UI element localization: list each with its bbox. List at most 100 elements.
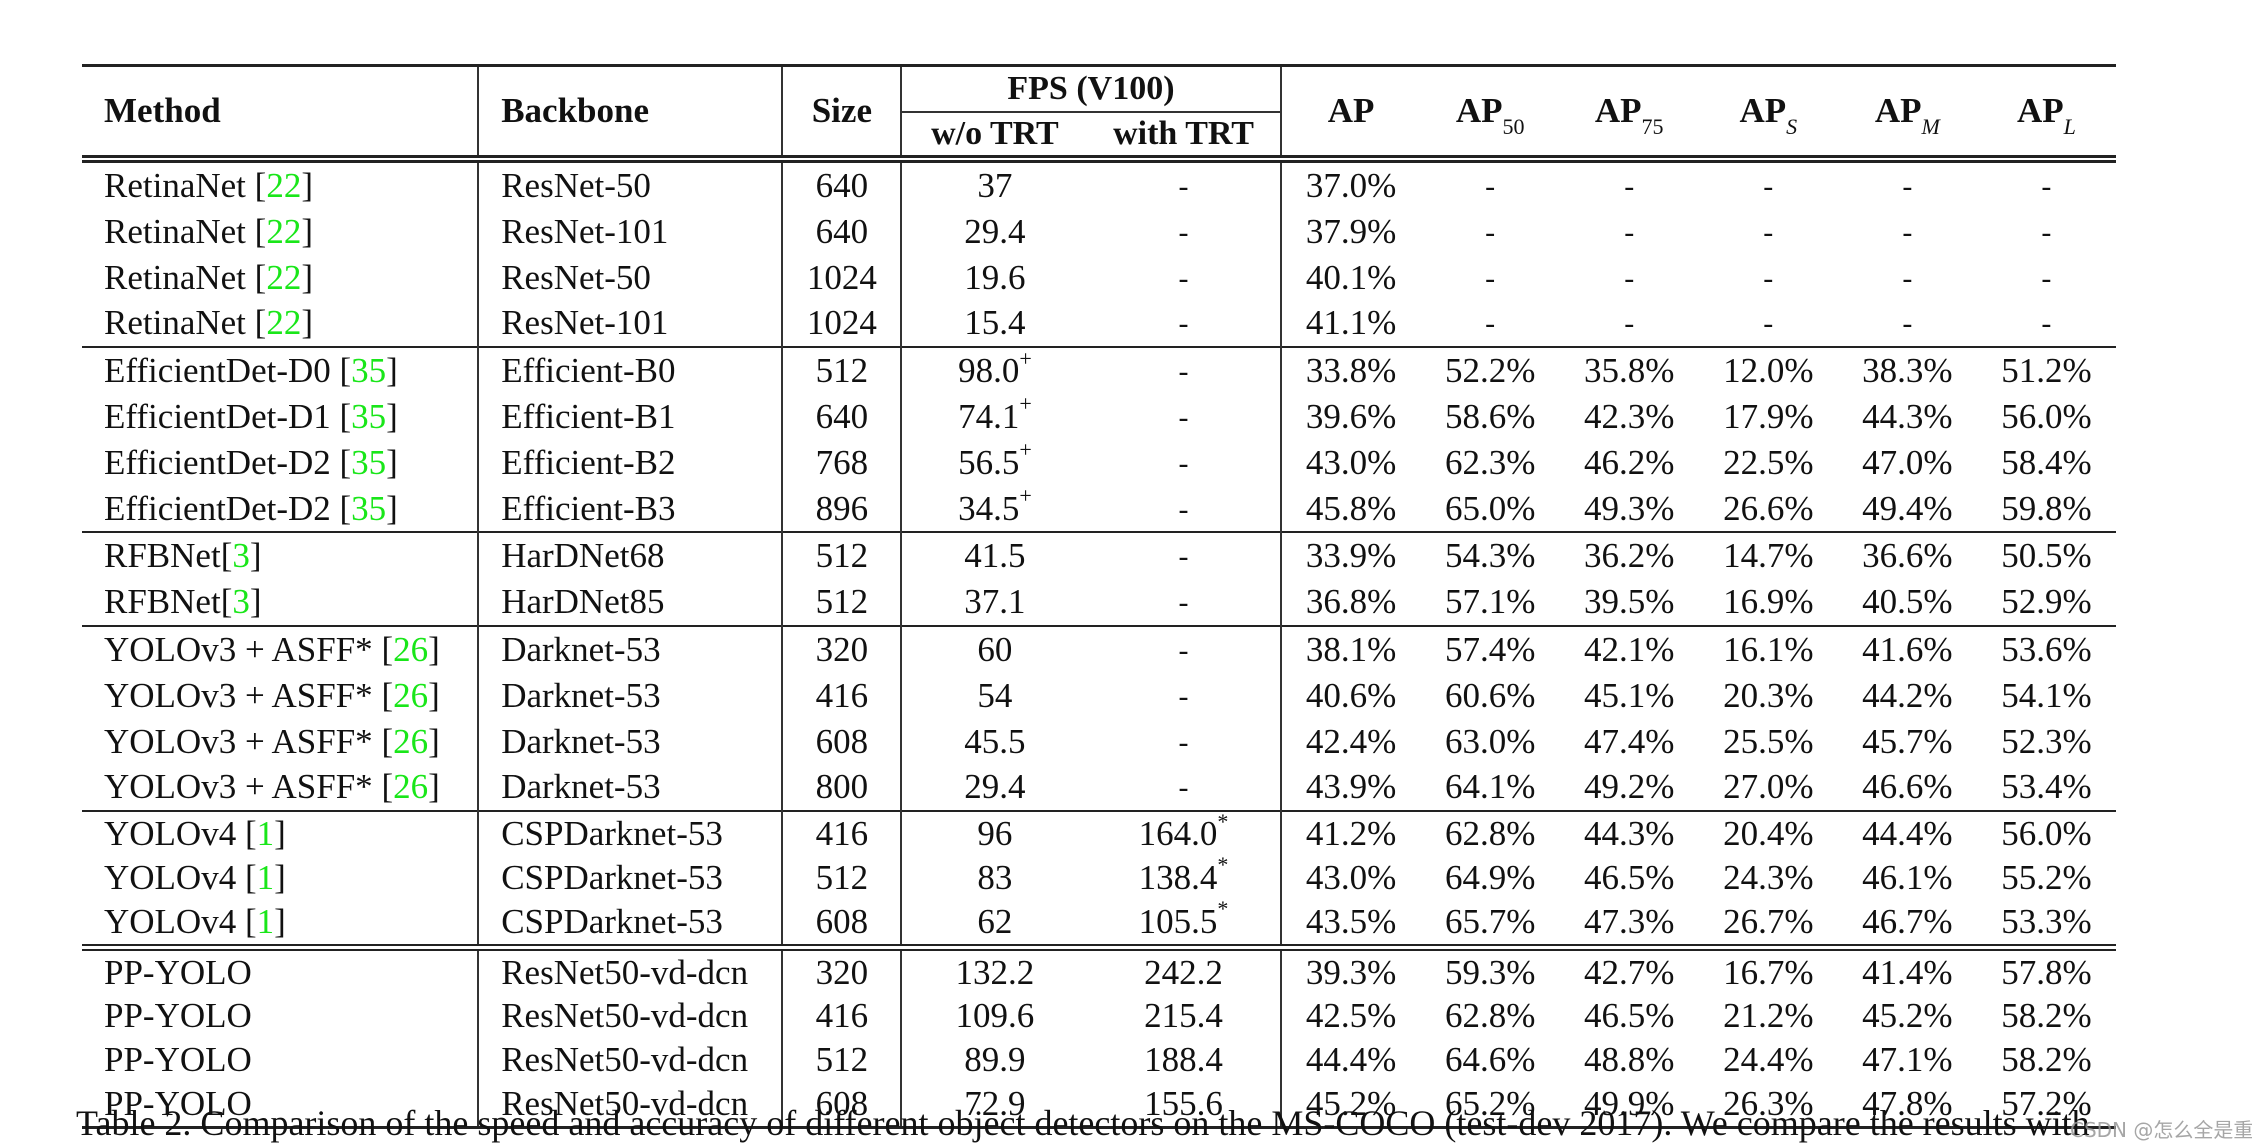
results-table-container: Method Backbone Size FPS (V100) AP AP50 … (82, 64, 2116, 1129)
cell-aps: 16.7% (1698, 943, 1838, 995)
cell-ap50: 60.6% (1444, 675, 1536, 715)
cell-apm: 47.0% (1862, 442, 1953, 482)
cell-ap75: 47.3% (1584, 901, 1675, 941)
cell-apm: 49.4% (1862, 488, 1953, 528)
cell-ap75: 39.5% (1584, 582, 1675, 622)
cell-backbone: ResNet-50 (478, 254, 784, 301)
cell-fps-with-trt: - (1087, 254, 1282, 301)
cell-method: RetinaNet [22] (82, 300, 480, 348)
cell-size: 320 (782, 624, 903, 673)
header-backbone: Backbone (478, 64, 784, 159)
cell-aps: - (1763, 307, 1774, 341)
cell-fps-with-trt: - (1087, 208, 1282, 255)
cell-fps-with-trt: 215.4 (1087, 994, 1282, 1039)
cell-backbone: CSPDarknet-53 (478, 899, 784, 948)
cell-size: 608 (782, 899, 903, 948)
cell-ap: 41.1% (1305, 303, 1397, 343)
cell-ap50: 63.0% (1444, 721, 1536, 761)
citation-link[interactable]: 1 (257, 902, 275, 941)
cell-apl: 51.2% (1976, 346, 2116, 394)
citation-link[interactable]: 3 (232, 536, 250, 575)
cell-ap: 40.6% (1305, 675, 1397, 715)
cell-apl: 58.2% (2001, 1040, 2092, 1080)
header-apl: APL (1976, 64, 2116, 159)
cell-aps: 24.3% (1723, 857, 1814, 897)
cell-fps-with-trt: - (1087, 718, 1282, 765)
cell-size: 640 (782, 155, 903, 209)
citation-link[interactable]: 1 (257, 814, 275, 853)
cell-fps-with-trt: 138.4* (1087, 854, 1282, 900)
citation-link[interactable]: 22 (266, 212, 301, 251)
table-row: RFBNet[3] HarDNet85 512 37.1 -36.8% 57.1% 39.5… (82, 579, 2116, 626)
cell-method: PP-YOLO (82, 994, 480, 1039)
table-row: PP-YOLO ResNet50-vd-dcn 512 89.9 188.4 44.4% 6… (82, 1038, 2116, 1082)
table-row: YOLOv3 + ASFF* [26] Darknet-53 608 45.5 -42.… (82, 718, 2116, 765)
cell-ap75: 46.5% (1584, 857, 1675, 897)
cell-fps-wo-trt: 83 (977, 857, 1013, 897)
citation-link[interactable]: 35 (351, 443, 386, 482)
cell-size: 800 (782, 764, 903, 812)
citation-link[interactable]: 26 (393, 630, 428, 669)
cell-method: RetinaNet [22] (82, 155, 480, 209)
cell-apl: 58.4% (2001, 442, 2092, 482)
cell-ap: 37.0% (1280, 155, 1421, 209)
cell-method: RetinaNet [22] (82, 254, 480, 301)
citation-link[interactable]: 35 (351, 351, 386, 390)
cell-apm: 40.5% (1862, 582, 1953, 622)
header-ap50: AP50 (1420, 64, 1560, 159)
cell-ap75: 35.8% (1559, 346, 1699, 394)
citation-link[interactable]: 26 (393, 676, 428, 715)
cell-ap75: 44.3% (1559, 810, 1699, 856)
row-group: PP-YOLO ResNet50-vd-dcn 320 132.2 242.2 39.3%… (82, 943, 2116, 1129)
cell-aps: 16.9% (1723, 582, 1814, 622)
citation-link[interactable]: 26 (393, 722, 428, 761)
cell-ap75: 46.5% (1584, 996, 1675, 1036)
cell-apm: 41.6% (1837, 624, 1977, 673)
header-apm: APM (1837, 64, 1977, 159)
citation-link[interactable]: 22 (266, 258, 301, 297)
cell-aps: 27.0% (1723, 767, 1814, 807)
cell-apm: 46.7% (1862, 901, 1953, 941)
table-row: RFBNet[3] HarDNet68 512 41.5-33.9% 54.3% 36.2… (82, 531, 2116, 580)
cell-fps-wo-trt: 34.5+ (958, 482, 1032, 528)
cell-aps: 25.5% (1723, 721, 1814, 761)
table-row: EfficientDet-D0 [35] Efficient-B0 512 98.0+… (82, 346, 2116, 394)
cell-fps-wo-trt: 41.5 (901, 531, 1088, 580)
citation-link[interactable]: 1 (257, 858, 275, 897)
cell-size: 512 (782, 346, 903, 394)
cell-fps-with-trt: - (1087, 393, 1282, 440)
cell-ap50: 65.7% (1444, 901, 1536, 941)
cell-backbone: Efficient-B1 (478, 393, 784, 440)
citation-link[interactable]: 35 (351, 489, 386, 528)
cell-ap50: 57.1% (1444, 582, 1536, 622)
citation-link[interactable]: 35 (351, 397, 386, 436)
cell-fps-wo-trt: 54 (977, 675, 1013, 715)
cell-fps-wo-trt: 89.9 (964, 1040, 1026, 1080)
cell-method: PP-YOLO (82, 943, 480, 995)
cell-apl: 52.9% (2001, 582, 2092, 622)
cell-fps-wo-trt: 132.2 (901, 943, 1088, 995)
cell-size: 512 (782, 531, 903, 580)
cell-fps-with-trt: - (1087, 155, 1282, 209)
cell-aps: - (1698, 155, 1838, 209)
table-row: YOLOv3 + ASFF* [26] Darknet-53 416 54 -40.6%… (82, 672, 2116, 719)
cell-size: 512 (782, 1038, 903, 1082)
cell-ap: 42.4% (1305, 721, 1397, 761)
citation-link[interactable]: 22 (266, 303, 301, 342)
cell-method: EfficientDet-D0 [35] (82, 346, 480, 394)
citation-link[interactable]: 22 (266, 166, 301, 205)
cell-ap50: 59.3% (1420, 943, 1560, 995)
cell-ap: 33.8% (1280, 346, 1421, 394)
cell-fps-wo-trt: 56.5+ (958, 437, 1032, 482)
citation-link[interactable]: 3 (232, 582, 250, 621)
cell-method: YOLOv4 [1] (82, 810, 480, 856)
cell-aps: - (1763, 261, 1774, 295)
cell-ap75: 48.8% (1584, 1040, 1675, 1080)
cell-ap: 37.9% (1305, 211, 1397, 251)
cell-ap75: - (1624, 261, 1635, 295)
cell-ap50: 62.8% (1444, 996, 1536, 1036)
watermark: CSDN @怎么全是重名 (2070, 1118, 2252, 1142)
citation-link[interactable]: 26 (393, 767, 428, 806)
cell-apm: 47.1% (1862, 1040, 1953, 1080)
cell-method: EfficientDet-D2 [35] (82, 485, 480, 533)
